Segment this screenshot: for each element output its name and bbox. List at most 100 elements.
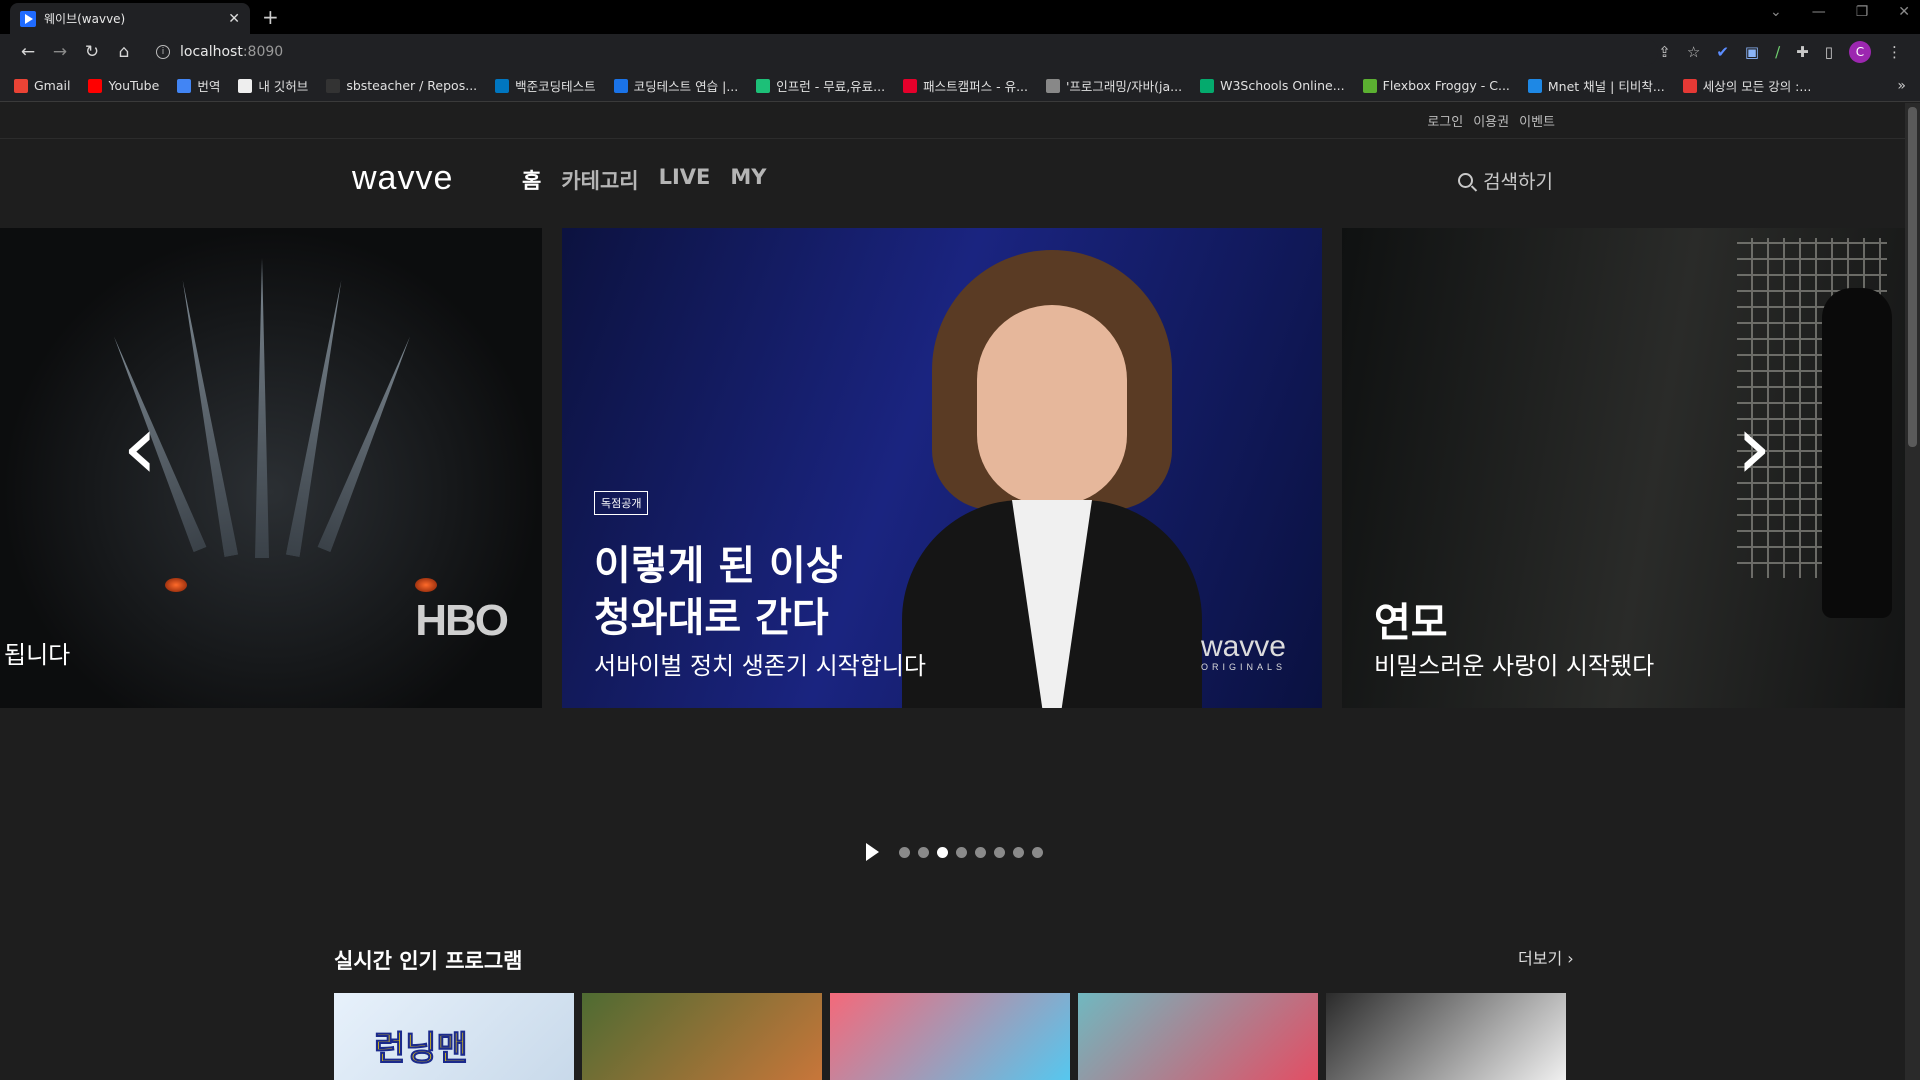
login-link[interactable]: 로그인 — [1427, 111, 1463, 130]
pen-extension-icon[interactable]: ∕ — [1775, 43, 1780, 61]
carousel-dot[interactable] — [975, 846, 986, 858]
profile-avatar[interactable]: C — [1849, 41, 1871, 63]
bookmark-item[interactable]: Gmail — [14, 78, 70, 93]
bookmark-star-icon[interactable]: ☆ — [1687, 43, 1700, 61]
carousel-slide-prev[interactable]: 됩니다 HBO — [0, 228, 542, 708]
new-tab-button[interactable]: + — [262, 5, 279, 29]
wavve-logo[interactable]: wavve — [352, 159, 453, 198]
close-tab-icon[interactable]: ✕ — [228, 11, 240, 27]
next-slide-title: 연모 — [1374, 600, 1448, 646]
bookmark-item[interactable]: 코딩테스트 연습 |... — [613, 76, 739, 95]
window-controls: ⌄ — ❐ ✕ — [1770, 4, 1910, 20]
exclusive-badge: 독점공개 — [594, 491, 649, 515]
bookmark-favicon-icon — [1682, 78, 1697, 93]
share-icon[interactable]: ⇪ — [1658, 43, 1671, 61]
bookmark-label: 패스트캠퍼스 - 유... — [923, 79, 1028, 94]
nav-category[interactable]: 카테고리 — [561, 165, 638, 195]
program-thumbnail[interactable] — [1078, 993, 1318, 1080]
search-label: 검색하기 — [1483, 171, 1553, 193]
portrait-face — [977, 305, 1127, 505]
carousel-dot[interactable] — [956, 846, 967, 858]
browser-tab[interactable]: 웨이브(wavve) ✕ — [10, 3, 250, 34]
autoplay-play-icon[interactable] — [866, 843, 879, 861]
bookmark-favicon-icon — [14, 78, 28, 93]
bookmark-label: 코딩테스트 연습 |... — [633, 79, 739, 94]
ticket-link[interactable]: 이용권 — [1473, 111, 1509, 130]
site-info-icon[interactable]: i — [156, 45, 170, 59]
carousel-dot[interactable] — [937, 846, 948, 858]
bookmark-item[interactable]: 내 깃허브 — [238, 76, 308, 95]
url-port: :8090 — [242, 44, 284, 60]
bookmark-label: 백준코딩테스트 — [515, 79, 596, 94]
scrollbar-thumb[interactable] — [1908, 107, 1917, 447]
carousel-dot[interactable] — [1032, 846, 1043, 858]
throne-sword-shape — [317, 334, 416, 552]
throne-sword-shape — [255, 258, 269, 558]
carousel-pager — [866, 843, 1043, 861]
nav-home[interactable]: 홈 — [522, 165, 541, 195]
program-thumbnail[interactable] — [830, 993, 1070, 1080]
search-button[interactable]: 검색하기 — [1458, 167, 1553, 194]
slide-title-line2: 청와대로 간다 — [594, 595, 829, 641]
bookmark-item[interactable]: W3Schools Online... — [1200, 78, 1345, 93]
slide-title: 이렇게 된 이상 청와대로 간다 — [594, 540, 843, 644]
bookmark-item[interactable]: Mnet 채널 | 티비착... — [1527, 76, 1665, 95]
extension-check-icon[interactable]: ✔ — [1716, 43, 1729, 61]
home-icon[interactable]: ⌂ — [108, 42, 140, 62]
carousel-slide-active[interactable]: 독점공개 이렇게 된 이상 청와대로 간다 서바이벌 정치 생존기 시작합니다 … — [562, 228, 1322, 708]
wavve-page: 로그인 이용권 이벤트 wavve 홈 카테고리 LIVE MY 검색하기 됩니… — [0, 103, 1905, 1080]
bookmark-favicon-icon — [326, 78, 341, 93]
bookmark-favicon-icon — [903, 78, 918, 93]
tab-title: 웨이브(wavve) — [44, 12, 126, 26]
address-bar[interactable]: i localhost :8090 — [150, 38, 1659, 66]
bookmark-item[interactable]: 번역 — [177, 76, 220, 95]
program-thumbnail[interactable] — [1326, 993, 1566, 1080]
nav-my[interactable]: MY — [730, 165, 766, 195]
browser-tabstrip: 웨이브(wavve) ✕ + ⌄ — ❐ ✕ — [0, 0, 1920, 34]
extensions-puzzle-icon[interactable]: ✚ — [1796, 43, 1809, 61]
more-link[interactable]: 더보기 › — [1518, 945, 1574, 969]
bookmark-item[interactable]: '프로그래밍/자바(ja... — [1046, 76, 1182, 95]
forward-arrow-icon[interactable]: → — [44, 42, 76, 62]
restore-button[interactable]: ❐ — [1856, 4, 1869, 20]
carousel-dot[interactable] — [1013, 846, 1024, 858]
bookmark-label: 인프런 - 무료,유료... — [776, 79, 886, 94]
slide-subtitle: 서바이벌 정치 생존기 시작합니다 — [594, 652, 927, 680]
carousel-dot[interactable] — [994, 846, 1005, 858]
bookmark-item[interactable]: 인프런 - 무료,유료... — [756, 76, 885, 95]
carousel-dot[interactable] — [918, 846, 929, 858]
page-scrollbar[interactable] — [1905, 103, 1920, 1080]
translate-extension-icon[interactable]: ▣ — [1745, 43, 1759, 61]
browser-toolbar: ← → ↻ ⌂ i localhost :8090 ⇪ ☆ ✔ ▣ ∕ ✚ ▯ … — [0, 34, 1920, 70]
back-arrow-icon[interactable]: ← — [12, 42, 44, 62]
section-title: 실시간 인기 프로그램 — [334, 949, 523, 973]
tab-search-icon[interactable]: ⌄ — [1770, 4, 1782, 20]
wavve-originals-logo: wavve ORIGINALS — [1200, 630, 1286, 673]
nav-live[interactable]: LIVE — [659, 165, 711, 195]
minimize-button[interactable]: — — [1812, 4, 1826, 20]
bookmark-item[interactable]: sbsteacher / Repos... — [326, 78, 477, 93]
originals-subtext: ORIGINALS — [1200, 662, 1286, 672]
bookmarks-bar: Gmail YouTube 번역 내 깃허브 sbsteacher / Repos...… — [0, 70, 1920, 102]
thumbnail-title: 런닝맨 — [374, 1029, 469, 1070]
originals-wordmark: wavve — [1200, 630, 1286, 663]
bookmark-favicon-icon — [1527, 78, 1542, 93]
event-link[interactable]: 이벤트 — [1519, 111, 1555, 130]
carousel-next-arrow-icon[interactable]: › — [1736, 403, 1772, 493]
program-thumbnail[interactable]: 런닝맨 — [334, 993, 574, 1080]
bookmark-item[interactable]: 백준코딩테스트 — [495, 76, 596, 95]
bookmark-item[interactable]: YouTube — [88, 78, 159, 93]
carousel-slide-next[interactable]: 연모 비밀스러운 사랑이 시작됐다 — [1342, 228, 1905, 708]
carousel-dot[interactable] — [899, 846, 910, 858]
close-window-button[interactable]: ✕ — [1898, 4, 1910, 20]
next-slide-subtitle: 비밀스러운 사랑이 시작됐다 — [1374, 652, 1655, 680]
reload-icon[interactable]: ↻ — [76, 42, 108, 62]
side-panel-icon[interactable]: ▯ — [1825, 43, 1833, 61]
bookmarks-overflow-icon[interactable]: » — [1897, 78, 1906, 94]
carousel-prev-arrow-icon[interactable]: ‹ — [122, 403, 158, 493]
bookmark-item[interactable]: 패스트캠퍼스 - 유... — [903, 76, 1028, 95]
bookmark-item[interactable]: 세상의 모든 강의 :... — [1682, 76, 1811, 95]
bookmark-item[interactable]: Flexbox Froggy - C... — [1362, 78, 1510, 93]
menu-kebab-icon[interactable]: ⋮ — [1887, 43, 1902, 61]
program-thumbnail[interactable] — [582, 993, 822, 1080]
